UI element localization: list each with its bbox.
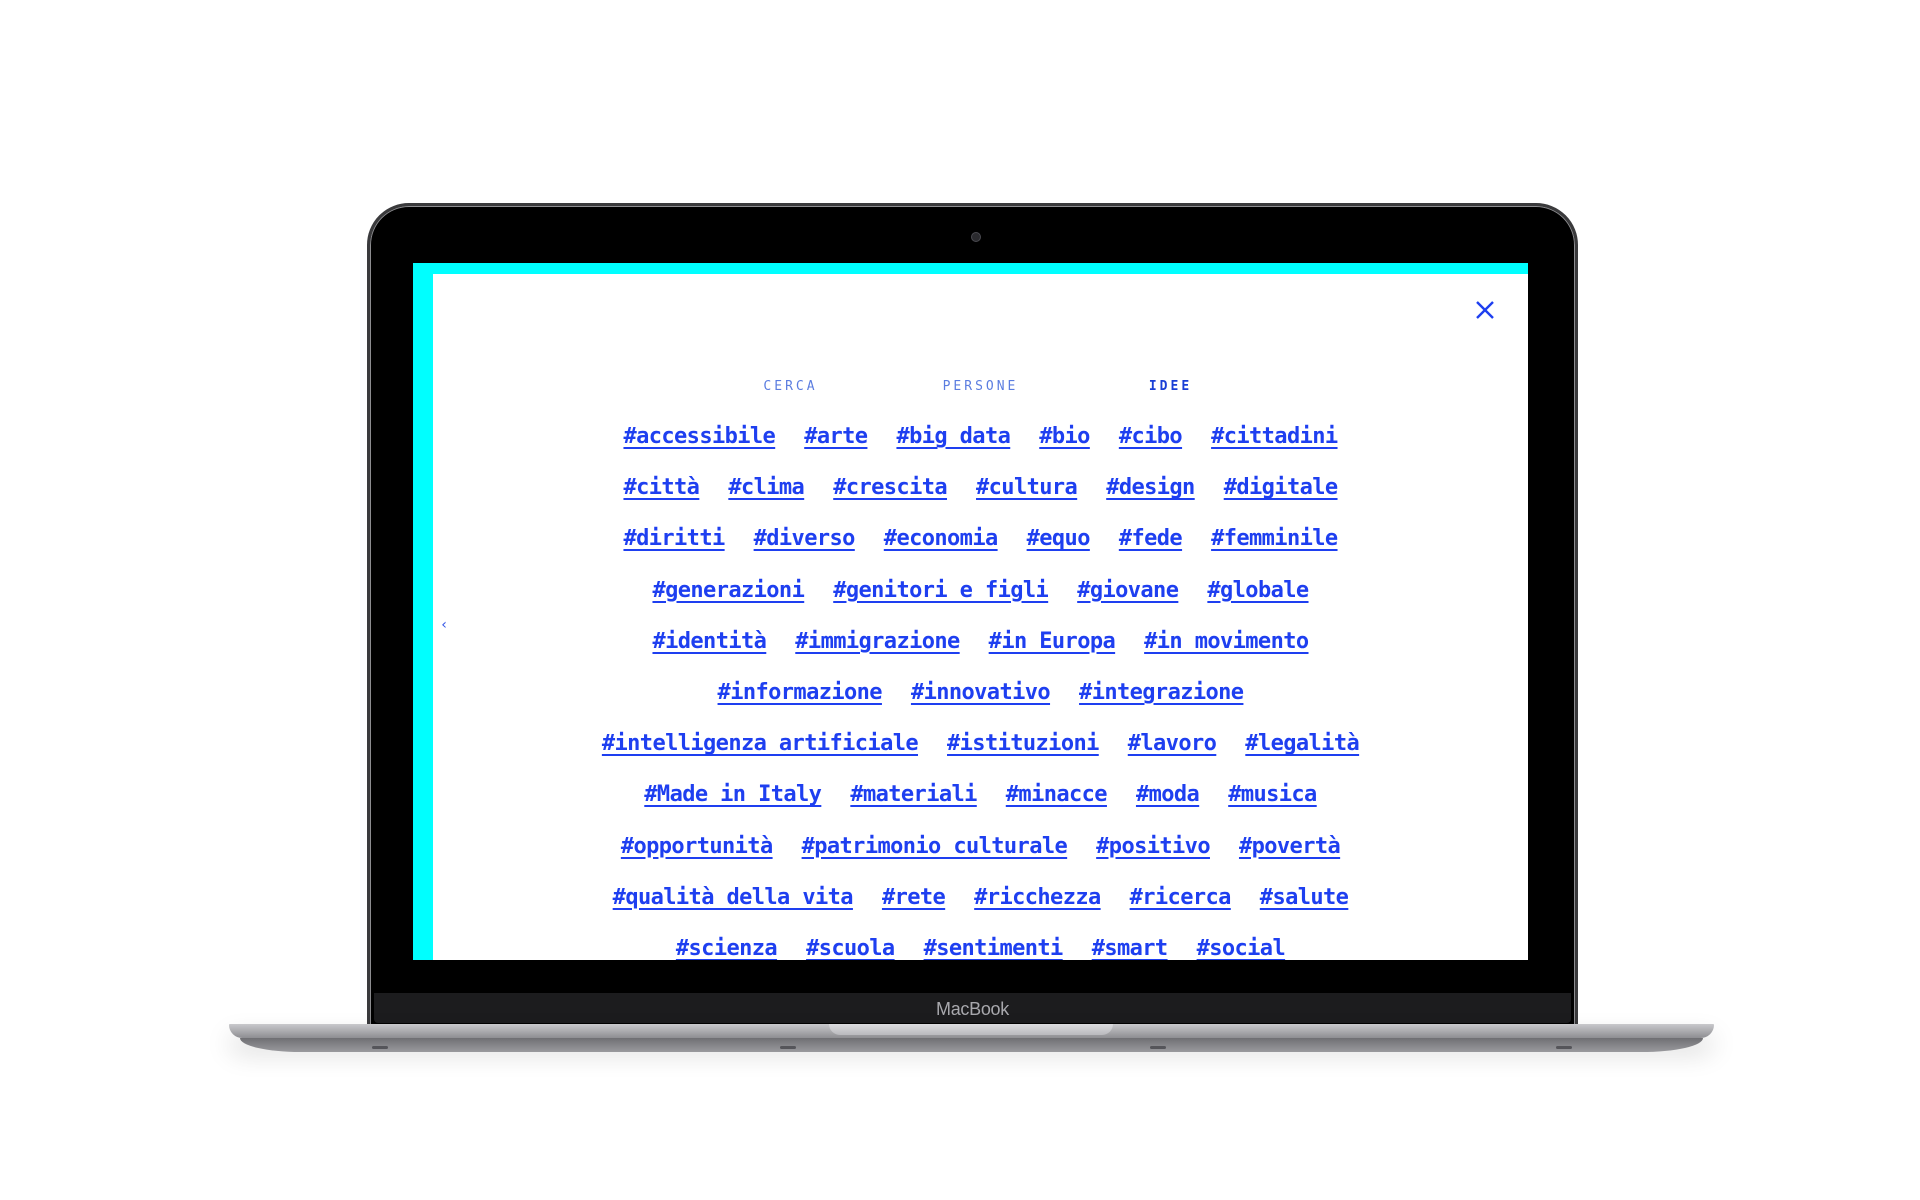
hashtag-link[interactable]: #opportunità: [621, 833, 773, 861]
hashtag-link[interactable]: #positivo: [1096, 833, 1210, 861]
laptop-foot: [780, 1046, 796, 1049]
hashtag-link[interactable]: #accessibile: [623, 423, 775, 451]
hashtag-link[interactable]: #legalità: [1245, 730, 1359, 758]
hashtag-link[interactable]: #informazione: [718, 679, 883, 707]
hashtag-link[interactable]: #digitale: [1224, 474, 1338, 502]
laptop-base-underside: [240, 1038, 1703, 1052]
hashtag-row: #generazioni #genitori e figli #giovane #gl…: [433, 577, 1528, 628]
hashtag-link[interactable]: #sentimenti: [924, 935, 1064, 960]
laptop-screen: ‹ CERCA PERSONE IDEE #accessibile #arte #b…: [413, 263, 1528, 960]
camera-icon: [971, 232, 981, 242]
hashtag-link[interactable]: #identità: [652, 628, 766, 656]
hashtag-link[interactable]: #istituzioni: [947, 730, 1099, 758]
hashtag-link[interactable]: #scuola: [806, 935, 895, 960]
hashtag-link[interactable]: #lavoro: [1128, 730, 1217, 758]
hashtag-row: #scienza #scuola #sentimenti #smart #social: [433, 935, 1528, 960]
hashtag-link[interactable]: #fede: [1119, 525, 1183, 553]
hashtag-link[interactable]: #giovane: [1077, 577, 1179, 605]
hashtag-link[interactable]: #social: [1197, 935, 1286, 960]
hashtag-link[interactable]: #femminile: [1211, 525, 1338, 553]
hashtag-link[interactable]: #moda: [1136, 781, 1200, 809]
hashtag-link[interactable]: #musica: [1228, 781, 1317, 809]
tab-persone[interactable]: PERSONE: [886, 379, 1076, 399]
hashtag-link[interactable]: #crescita: [833, 474, 947, 502]
hashtag-link[interactable]: #scienza: [676, 935, 778, 960]
section-tabs: CERCA PERSONE IDEE: [433, 379, 1528, 399]
hashtag-link[interactable]: #patrimonio culturale: [802, 833, 1068, 861]
laptop-foot: [372, 1046, 388, 1049]
hashtag-link[interactable]: #big data: [896, 423, 1010, 451]
hashtag-list: #accessibile #arte #big data #bio #cibo #citt…: [433, 423, 1528, 960]
hashtag-link[interactable]: #cittadini: [1211, 423, 1338, 451]
hashtag-link[interactable]: #diritti: [623, 525, 725, 553]
product-mockup: ‹ CERCA PERSONE IDEE #accessibile #arte #b…: [0, 0, 1920, 1200]
hashtag-link[interactable]: #qualità della vita: [613, 884, 854, 912]
hashtag-link[interactable]: #globale: [1207, 577, 1309, 605]
hashtag-row: #accessibile #arte #big data #bio #cibo #citt…: [433, 423, 1528, 474]
hashtag-link[interactable]: #smart: [1092, 935, 1168, 960]
hashtag-link[interactable]: #cibo: [1119, 423, 1183, 451]
hashtag-link[interactable]: #arte: [804, 423, 868, 451]
hashtag-link[interactable]: #città: [623, 474, 699, 502]
laptop-foot: [1150, 1046, 1166, 1049]
hashtag-link[interactable]: #povertà: [1239, 833, 1341, 861]
hashtag-row: #qualità della vita #rete #ricchezza #ricer…: [433, 884, 1528, 935]
hashtag-link[interactable]: #Made in Italy: [644, 781, 822, 809]
hashtag-link[interactable]: #minacce: [1006, 781, 1108, 809]
hashtag-row: #Made in Italy #materiali #minacce #moda #mu…: [433, 781, 1528, 832]
hashtag-link[interactable]: #cultura: [976, 474, 1078, 502]
tags-overlay-panel: ‹ CERCA PERSONE IDEE #accessibile #arte #b…: [433, 274, 1528, 960]
hashtag-row: #città #clima #crescita #cultura #design #dig…: [433, 474, 1528, 525]
hashtag-link[interactable]: #rete: [882, 884, 946, 912]
hashtag-row: #intelligenza artificiale #istituzioni #la…: [433, 730, 1528, 781]
hashtag-link[interactable]: #equo: [1027, 525, 1091, 553]
hashtag-link[interactable]: #in Europa: [989, 628, 1116, 656]
hashtag-link[interactable]: #ricchezza: [974, 884, 1101, 912]
hashtag-link[interactable]: #innovativo: [911, 679, 1051, 707]
hashtag-link[interactable]: #in movimento: [1144, 628, 1309, 656]
hashtag-link[interactable]: #economia: [884, 525, 998, 553]
hashtag-row: #identità #immigrazione #in Europa #in movi…: [433, 628, 1528, 679]
hashtag-link[interactable]: #generazioni: [652, 577, 804, 605]
tab-idee[interactable]: IDEE: [1076, 379, 1266, 399]
hashtag-link[interactable]: #integrazione: [1079, 679, 1244, 707]
hashtag-link[interactable]: #diverso: [754, 525, 856, 553]
laptop-foot: [1556, 1046, 1572, 1049]
hashtag-link[interactable]: #intelligenza artificiale: [602, 730, 919, 758]
hashtag-link[interactable]: #clima: [728, 474, 804, 502]
hashtag-row: #informazione #innovativo #integrazione: [433, 679, 1528, 730]
tab-cerca[interactable]: CERCA: [696, 379, 886, 399]
laptop-hinge-notch: [829, 1024, 1113, 1035]
hashtag-row: #opportunità #patrimonio culturale #positi…: [433, 833, 1528, 884]
hashtag-link[interactable]: #design: [1106, 474, 1195, 502]
hashtag-link[interactable]: #salute: [1260, 884, 1349, 912]
close-icon: [1476, 301, 1494, 319]
laptop-brand-label: MacBook: [936, 999, 1009, 1019]
hashtag-link[interactable]: #materiali: [850, 781, 977, 809]
hashtag-link[interactable]: #genitori e figli: [833, 577, 1049, 605]
hashtag-link[interactable]: #ricerca: [1130, 884, 1232, 912]
hashtag-link[interactable]: #immigrazione: [795, 628, 960, 656]
close-button[interactable]: [1473, 298, 1497, 322]
hashtag-row: #diritti #diverso #economia #equo #fede #femm…: [433, 525, 1528, 576]
hashtag-link[interactable]: #bio: [1039, 423, 1090, 451]
